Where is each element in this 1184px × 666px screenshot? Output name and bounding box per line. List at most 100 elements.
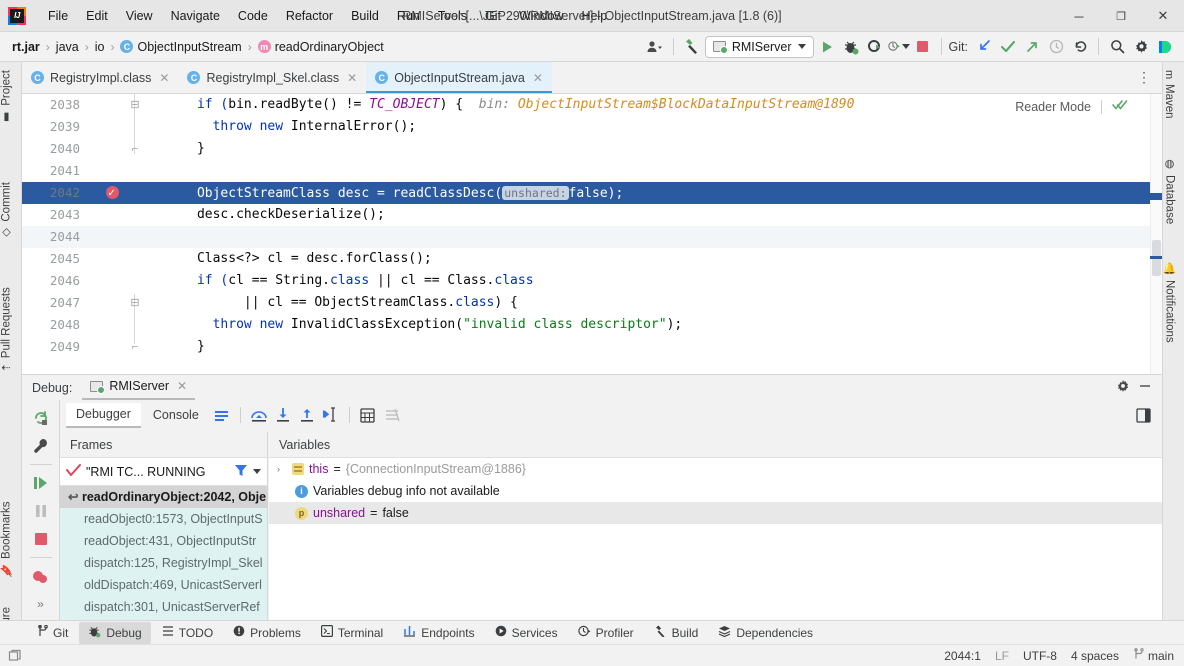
menu-help[interactable]: Help xyxy=(573,6,615,26)
code-line[interactable]: 2038 ⊟ if (bin.readByte() != TC_OBJECT) … xyxy=(22,94,1162,116)
code-line[interactable]: 2047 ⊟ || cl == ObjectStreamClass.class)… xyxy=(22,292,1162,314)
caret-position[interactable]: 2044:1 xyxy=(944,649,981,663)
tool-button-terminal[interactable]: Terminal xyxy=(312,622,392,643)
variable-row-this[interactable]: › this = {ConnectionInputStream@1886} xyxy=(269,458,1162,480)
file-encoding[interactable]: UTF-8 xyxy=(1023,649,1057,663)
step-over-icon[interactable] xyxy=(248,404,270,426)
profiler-icon[interactable] xyxy=(887,36,910,58)
breadcrumb-item-class[interactable]: C ObjectInputStream xyxy=(118,39,243,55)
debug-session-tab[interactable]: RMIServer ✕ xyxy=(82,375,196,400)
editor-tab-registryimpl-skel[interactable]: C RegistryImpl_Skel.class ✕ xyxy=(178,62,366,93)
hammer-icon[interactable] xyxy=(681,36,703,58)
user-icon[interactable] xyxy=(644,36,666,58)
gear-icon[interactable] xyxy=(1130,36,1152,58)
mute-breakpoints-icon[interactable] xyxy=(381,404,403,426)
sidebar-item-notifications[interactable]: 🔔 Notifications xyxy=(1163,254,1176,351)
code-lines[interactable]: 2038 ⊟ if (bin.readByte() != TC_OBJECT) … xyxy=(22,94,1162,374)
editor-tabs-more-icon[interactable]: ⋮ xyxy=(1137,62,1162,93)
rerun-icon[interactable] xyxy=(28,406,54,430)
code-line[interactable]: 2049 ⌐ } xyxy=(22,336,1162,358)
maximize-button[interactable]: ❐ xyxy=(1100,0,1142,32)
tool-button-problems[interactable]: Problems xyxy=(224,622,310,643)
ide-icon[interactable] xyxy=(1154,36,1176,58)
frame-row[interactable]: readObject:431, ObjectInputStr xyxy=(60,530,267,552)
tab-console[interactable]: Console xyxy=(143,404,209,427)
gear-icon[interactable] xyxy=(1116,379,1130,396)
wrench-icon[interactable] xyxy=(28,434,54,458)
frame-row[interactable]: readObject0:1573, ObjectInputS xyxy=(60,508,267,530)
line-separator[interactable]: LF xyxy=(995,649,1009,663)
fold-end-icon[interactable]: ⌐ xyxy=(129,336,141,358)
thread-selector[interactable]: "RMI TC... RUNNING xyxy=(60,458,267,486)
fold-end-icon[interactable]: ⌐ xyxy=(129,138,141,160)
variable-row-unshared[interactable]: p unshared = false xyxy=(269,502,1162,524)
search-icon[interactable] xyxy=(1106,36,1128,58)
code-line-current-execution[interactable]: 2042 ObjectStreamClass desc = readClassD… xyxy=(22,182,1162,205)
menu-code[interactable]: Code xyxy=(230,6,276,26)
tool-button-build[interactable]: Build xyxy=(645,622,708,643)
git-push-icon[interactable] xyxy=(1021,36,1043,58)
close-icon[interactable]: ✕ xyxy=(347,71,357,85)
menu-refactor[interactable]: Refactor xyxy=(278,6,341,26)
tab-debugger[interactable]: Debugger xyxy=(66,402,141,428)
step-into-icon[interactable] xyxy=(272,404,294,426)
code-line[interactable]: 2046 if (cl == String.class || cl == Cla… xyxy=(22,270,1162,292)
menu-view[interactable]: View xyxy=(118,6,161,26)
step-out-icon[interactable] xyxy=(296,404,318,426)
branch-indicator[interactable]: main xyxy=(1133,648,1174,663)
tool-button-todo[interactable]: TODO xyxy=(153,622,222,643)
run-button[interactable] xyxy=(816,36,838,58)
menu-build[interactable]: Build xyxy=(343,6,387,26)
git-update-icon[interactable] xyxy=(973,36,995,58)
show-execution-point-icon[interactable] xyxy=(211,404,233,426)
sidebar-item-maven[interactable]: m Maven xyxy=(1163,62,1175,127)
menu-run[interactable]: Run xyxy=(389,6,428,26)
tool-button-endpoints[interactable]: Endpoints xyxy=(394,622,483,643)
breadcrumb-item-rtjar[interactable]: rt.jar xyxy=(10,39,42,55)
fold-marker-icon[interactable]: ⊟ xyxy=(129,94,141,116)
frames-list[interactable]: ↩ readOrdinaryObject:2042, Obje readObje… xyxy=(60,486,267,620)
chevron-right-icon[interactable]: › xyxy=(277,458,287,480)
evaluate-expression-icon[interactable] xyxy=(357,404,379,426)
frame-row[interactable]: dispatch:125, RegistryImpl_Skel xyxy=(60,552,267,574)
indent-setting[interactable]: 4 spaces xyxy=(1071,649,1119,663)
layout-settings-icon[interactable] xyxy=(1136,407,1162,423)
filter-icon[interactable] xyxy=(234,464,248,480)
fold-marker-icon[interactable]: ⊟ xyxy=(129,292,141,314)
sidebar-item-project[interactable]: ▮ Project xyxy=(0,62,14,132)
debug-button[interactable] xyxy=(840,36,862,58)
breadcrumb-item-java[interactable]: java xyxy=(54,39,81,55)
run-to-cursor-icon[interactable] xyxy=(320,404,342,426)
tool-button-debug[interactable]: Debug xyxy=(79,621,151,644)
run-with-coverage-icon[interactable] xyxy=(864,36,886,58)
breakpoint-icon[interactable] xyxy=(102,182,122,205)
code-line[interactable]: 2048 throw new InvalidClassException("in… xyxy=(22,314,1162,336)
menu-edit[interactable]: Edit xyxy=(78,6,116,26)
sidebar-item-bookmarks[interactable]: 🔖 Bookmarks xyxy=(0,493,14,585)
resume-icon[interactable] xyxy=(28,471,54,495)
view-breakpoints-icon[interactable] xyxy=(28,564,54,588)
code-line-caret[interactable]: 2044 xyxy=(22,226,1162,248)
reader-mode-indicator[interactable]: Reader Mode xyxy=(1015,98,1128,115)
inspections-ok-icon[interactable] xyxy=(1112,98,1128,115)
menu-git[interactable]: Git xyxy=(477,6,509,26)
sidebar-item-commit[interactable]: ◇ Commit xyxy=(0,174,14,248)
close-button[interactable]: ✕ xyxy=(1142,0,1184,32)
pause-icon[interactable] xyxy=(28,499,54,523)
tool-button-dependencies[interactable]: Dependencies xyxy=(709,622,822,643)
close-icon[interactable]: ✕ xyxy=(533,71,543,85)
stop-button[interactable] xyxy=(912,36,934,58)
editor-tab-objectinputstream[interactable]: C ObjectInputStream.java ✕ xyxy=(366,62,552,93)
stop-icon[interactable] xyxy=(28,527,54,551)
code-line[interactable]: 2041 xyxy=(22,160,1162,182)
menu-tools[interactable]: Tools xyxy=(430,6,475,26)
sidebar-item-database[interactable]: ◍ Database xyxy=(1163,149,1176,232)
chevron-down-icon[interactable] xyxy=(253,469,261,474)
code-line[interactable]: 2040 ⌐ } xyxy=(22,138,1162,160)
close-icon[interactable]: ✕ xyxy=(159,71,169,85)
run-configuration-selector[interactable]: RMIServer xyxy=(704,35,814,58)
editor-tab-registryimpl[interactable]: C RegistryImpl.class ✕ xyxy=(22,62,178,93)
code-line[interactable]: 2043 desc.checkDeserialize(); xyxy=(22,204,1162,226)
menu-window[interactable]: Window xyxy=(511,6,571,26)
history-icon[interactable] xyxy=(1045,36,1067,58)
